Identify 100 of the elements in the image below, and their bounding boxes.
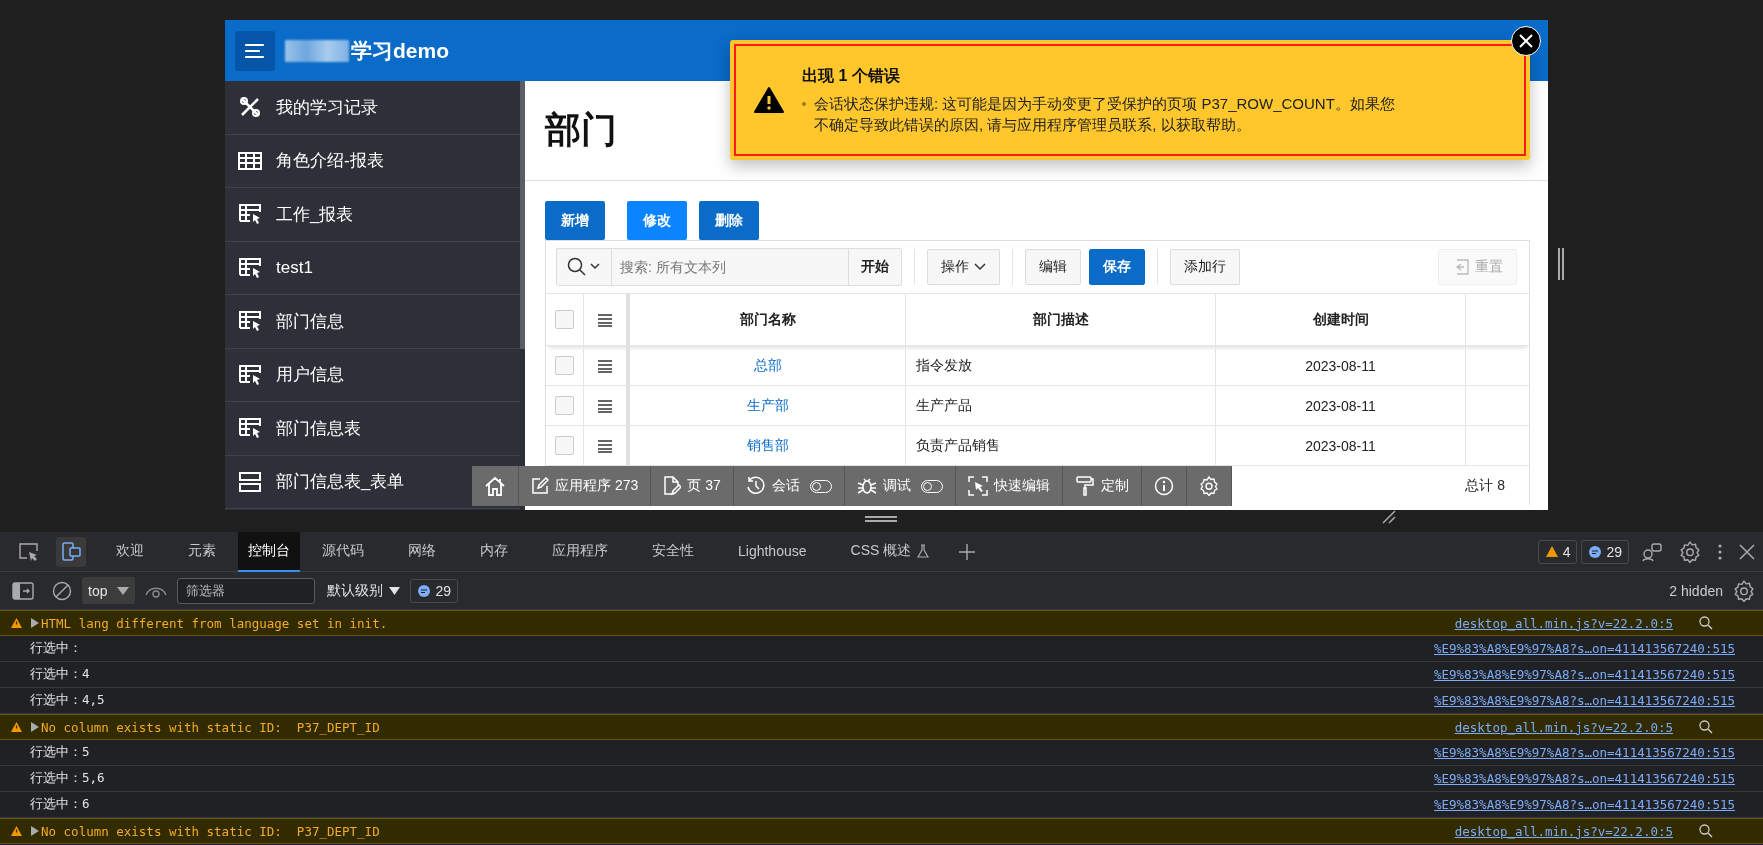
column-header[interactable]: 创建时间: [1216, 294, 1466, 345]
devtools-tab[interactable]: 源代码: [300, 531, 386, 572]
devtools-tab[interactable]: Lighthouse: [716, 531, 829, 572]
sidebar-item[interactable]: test1: [225, 241, 471, 294]
resize-handle[interactable]: [865, 516, 897, 522]
message-count-badge[interactable]: 29: [410, 578, 459, 603]
console-message: HTML lang different from language set in init.: [41, 615, 388, 631]
devtools-tab[interactable]: 应用程序: [530, 531, 630, 572]
feedback-icon[interactable]: [1641, 541, 1663, 562]
expand-icon[interactable]: [31, 722, 39, 732]
action-button[interactable]: 删除: [699, 201, 759, 240]
row-checkbox[interactable]: [555, 396, 574, 415]
devtools-tab[interactable]: 安全性: [630, 531, 716, 572]
devtools-tab[interactable]: 控制台: [238, 531, 300, 572]
row-menu-icon[interactable]: [597, 398, 613, 413]
search-icon[interactable]: [1699, 616, 1713, 630]
source-link[interactable]: %E9%83%A8%E9%97%A8?s…on=411413567240:515: [1433, 641, 1735, 656]
close-icon: [1519, 34, 1533, 48]
source-link[interactable]: %E9%83%A8%E9%97%A8?s…on=411413567240:515: [1433, 771, 1735, 786]
menu-button[interactable]: [235, 30, 275, 71]
sidebar-item[interactable]: 用户信息: [225, 348, 471, 401]
devtools-tab[interactable]: CSS 概述: [828, 531, 952, 572]
resize-handle[interactable]: [1558, 248, 1564, 280]
home-icon: [484, 475, 506, 497]
actions-button[interactable]: 操作: [927, 249, 1000, 285]
settings-icon[interactable]: [1679, 540, 1701, 563]
search-field[interactable]: 搜索: 所有文本列 开始: [556, 248, 902, 286]
source-link[interactable]: %E9%83%A8%E9%97%A8?s…on=411413567240:515: [1433, 745, 1735, 760]
row-checkbox[interactable]: [555, 356, 574, 375]
settings-icon[interactable]: [1733, 579, 1755, 602]
column-header[interactable]: 部门描述: [906, 294, 1216, 345]
source-link[interactable]: desktop_all.min.js?v=22.2.0:5: [1454, 615, 1673, 631]
more-icon[interactable]: [1717, 542, 1723, 561]
inspect-icon[interactable]: [18, 541, 40, 562]
sidebar-item[interactable]: 我的学习记录: [225, 81, 471, 133]
source-link[interactable]: %E9%83%A8%E9%97%A8?s…on=411413567240:515: [1433, 693, 1735, 708]
sidebar-item[interactable]: 部门信息: [225, 295, 471, 347]
settings-icon: [1198, 476, 1219, 496]
context-select[interactable]: top: [82, 577, 136, 604]
toolbar-item[interactable]: 页 37: [651, 466, 734, 506]
page-edit-icon: [663, 476, 682, 496]
message-count-badge[interactable]: 29: [1581, 539, 1629, 564]
toolbar-item[interactable]: 快速编辑: [955, 466, 1063, 506]
search-icon[interactable]: [1699, 824, 1713, 838]
expand-icon[interactable]: [31, 826, 39, 836]
table-pointer-icon: [238, 202, 262, 226]
sidebar-toggle-icon[interactable]: [12, 581, 34, 600]
resize-grip-icon[interactable]: [1382, 510, 1396, 524]
source-link[interactable]: desktop_all.min.js?v=22.2.0:5: [1454, 823, 1673, 839]
clear-icon[interactable]: [52, 580, 72, 601]
column-header[interactable]: 部门名称: [630, 294, 906, 345]
source-link[interactable]: %E9%83%A8%E9%97%A8?s…on=411413567240:515: [1433, 797, 1735, 812]
row-menu-icon[interactable]: [597, 312, 613, 327]
source-link[interactable]: desktop_all.min.js?v=22.2.0:5: [1454, 719, 1673, 735]
sidebar-item[interactable]: 工作_报表: [225, 188, 471, 240]
toolbar-item[interactable]: 应用程序 273: [519, 466, 652, 506]
devtools-tab[interactable]: 网络: [386, 531, 458, 572]
console-message: 行选中：: [30, 640, 82, 657]
department-link[interactable]: 销售部: [746, 436, 789, 455]
action-button[interactable]: 修改: [627, 201, 687, 240]
device-icon[interactable]: [56, 536, 86, 567]
row-menu-icon[interactable]: [597, 438, 613, 453]
row-menu-icon[interactable]: [597, 358, 613, 373]
toolbar-item[interactable]: 会话: [733, 466, 845, 506]
add-row-button[interactable]: 添加行: [1170, 249, 1240, 285]
action-button[interactable]: 新增: [545, 201, 605, 240]
devtools-tab[interactable]: 欢迎: [94, 531, 166, 572]
sidebar-item[interactable]: 部门信息表: [225, 402, 471, 454]
department-link[interactable]: 生产部: [746, 396, 789, 415]
table-cell: 负责产品销售: [906, 426, 1216, 465]
toolbar-item[interactable]: 调试: [844, 466, 956, 506]
row-checkbox[interactable]: [555, 436, 574, 455]
warning-count-badge[interactable]: 4: [1537, 539, 1578, 564]
save-button[interactable]: 保存: [1089, 249, 1145, 285]
log-level-dropdown[interactable]: 默认级别: [327, 581, 401, 600]
add-tab-icon[interactable]: [959, 543, 976, 560]
expand-icon[interactable]: [31, 618, 39, 628]
edit-button[interactable]: 编辑: [1025, 249, 1081, 285]
info-icon: [1153, 476, 1174, 496]
devtools-tab[interactable]: 元素: [166, 531, 238, 572]
devtools-tab[interactable]: 内存: [458, 531, 530, 572]
warning-icon: [10, 825, 23, 837]
department-link[interactable]: 总部: [753, 356, 782, 375]
select-all-checkbox[interactable]: [555, 310, 574, 329]
go-button[interactable]: 开始: [848, 249, 901, 285]
sidebar-item[interactable]: 角色介绍-报表: [225, 134, 471, 187]
sidebar-item[interactable]: 部门信息表_表单: [225, 455, 471, 508]
console-message: 行选中：4: [30, 666, 90, 683]
filter-field[interactable]: 筛选器: [177, 577, 316, 604]
page-title: 部门: [545, 108, 617, 152]
caret-icon: [117, 586, 130, 595]
console-message: 行选中：6: [30, 796, 90, 813]
table-cell: 2023-08-11: [1216, 346, 1466, 385]
search-icon[interactable]: [1699, 720, 1713, 734]
close-icon[interactable]: [1739, 543, 1755, 560]
console-message: No column exists with static ID: P37_DEPT_ID: [41, 719, 380, 735]
table-pointer-icon: [238, 362, 262, 387]
toolbar-item[interactable]: 定制: [1062, 466, 1142, 506]
source-link[interactable]: %E9%83%A8%E9%97%A8?s…on=411413567240:515: [1433, 667, 1735, 682]
warning-icon: [10, 617, 23, 629]
